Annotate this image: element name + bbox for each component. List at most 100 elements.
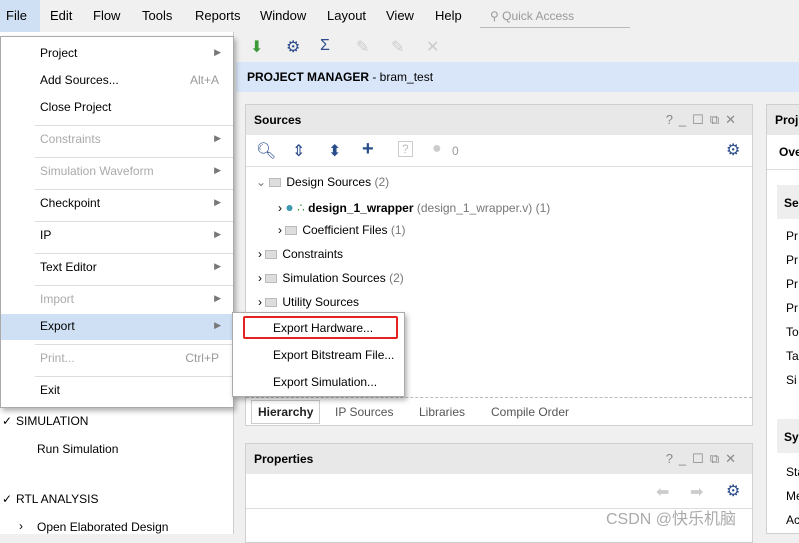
- menu-item-simulation-waveform[interactable]: Simulation Waveform ▶: [1, 159, 233, 185]
- menu-view[interactable]: View: [386, 8, 414, 23]
- tab-compile-order[interactable]: Compile Order: [491, 405, 569, 419]
- tree-utility-sources[interactable]: › Utility Sources: [258, 295, 359, 309]
- menu-item-ip[interactable]: IP ▶: [1, 223, 233, 249]
- search-icon[interactable]: 🔍︎: [256, 141, 276, 161]
- disabled-tool-icon[interactable]: ✎: [391, 37, 404, 57]
- settings-row[interactable]: Si: [786, 373, 797, 387]
- add-icon[interactable]: +: [362, 138, 374, 161]
- folder-icon: [265, 274, 278, 283]
- tab-libraries[interactable]: Libraries: [419, 405, 465, 419]
- settings-row[interactable]: Pr: [786, 229, 798, 243]
- menu-help[interactable]: Help: [435, 8, 462, 23]
- settings-row[interactable]: To: [786, 325, 799, 339]
- menu-item-checkpoint[interactable]: Checkpoint ▶: [1, 191, 233, 217]
- check-icon: ✓: [2, 414, 13, 428]
- menu-item-close-project[interactable]: Close Project: [1, 95, 233, 121]
- menu-item-print[interactable]: Print... Ctrl+P: [1, 346, 233, 372]
- separator: [35, 157, 233, 158]
- disabled-tool-icon[interactable]: ✎: [356, 37, 369, 57]
- menu-item-exit[interactable]: Exit: [1, 378, 233, 404]
- watermark: CSDN @快乐机脑: [606, 511, 737, 528]
- quick-access-input[interactable]: ⚲ Quick Access: [480, 4, 630, 28]
- gear-icon[interactable]: ⚙: [726, 140, 740, 160]
- nav-rtl-analysis[interactable]: RTL ANALYSIS: [16, 492, 98, 506]
- section-settings: Se: [777, 185, 799, 219]
- tree-coefficient-files[interactable]: › Coefficient Files (1): [278, 223, 406, 237]
- gear-icon[interactable]: ⚙: [286, 37, 300, 57]
- synthesis-row[interactable]: Ac: [786, 513, 799, 527]
- settings-row[interactable]: Pr: [786, 277, 798, 291]
- collapse-all-icon[interactable]: ⇕: [292, 141, 305, 161]
- project-manager-header: PROJECT MANAGER - bram_test: [236, 62, 799, 92]
- menu-reports[interactable]: Reports: [195, 8, 241, 23]
- chevron-right-icon[interactable]: ›: [278, 223, 285, 237]
- file-menu: Project ▶ Add Sources... Alt+A Close Proje…: [0, 36, 234, 408]
- warning-count: 0: [452, 144, 459, 158]
- nav-run-simulation[interactable]: Run Simulation: [37, 442, 118, 456]
- menubar: File Edit Flow Tools Reports Window Layo…: [0, 0, 799, 32]
- sigma-icon[interactable]: Σ: [320, 37, 330, 55]
- help-icon[interactable]: ?: [398, 141, 413, 157]
- hierarchy-icon: ∴: [297, 201, 305, 215]
- gear-icon[interactable]: ⚙: [726, 481, 740, 501]
- project-summary-panel: Proj Ove Se Pr Pr Pr Pr To Ta Si Sy Sta …: [766, 104, 799, 534]
- divider: [246, 397, 752, 398]
- separator: [35, 376, 233, 377]
- tree-constraints[interactable]: › Constraints: [258, 247, 343, 261]
- expand-all-icon[interactable]: ⬍: [328, 141, 341, 161]
- chevron-right-icon[interactable]: ›: [19, 519, 23, 533]
- panel-controls[interactable]: ?_☐⧉✕: [666, 451, 742, 467]
- forward-arrow-icon[interactable]: ➡: [690, 482, 703, 502]
- menu-item-export-simulation[interactable]: Export Simulation...: [273, 375, 377, 389]
- tab-hierarchy[interactable]: Hierarchy: [251, 400, 321, 424]
- separator: [35, 285, 233, 286]
- settings-row[interactable]: Pr: [786, 301, 798, 315]
- check-icon: ✓: [2, 492, 13, 506]
- menu-item-export[interactable]: Export ▶: [1, 314, 233, 340]
- tree-simulation-sources[interactable]: › Simulation Sources (2): [258, 271, 404, 285]
- settings-row[interactable]: Pr: [786, 253, 798, 267]
- menu-item-import[interactable]: Import ▶: [1, 287, 233, 313]
- menu-edit[interactable]: Edit: [50, 8, 72, 23]
- chevron-right-icon[interactable]: ›: [258, 295, 265, 309]
- chevron-right-icon[interactable]: ›: [258, 247, 265, 261]
- project-summary-title: Proj: [767, 105, 799, 135]
- highlight-box: [243, 316, 398, 339]
- separator: [35, 189, 233, 190]
- menu-item-constraints[interactable]: Constraints ▶: [1, 127, 233, 153]
- page-title: PROJECT MANAGER: [247, 70, 370, 84]
- tab-ip-sources[interactable]: IP Sources: [335, 405, 393, 419]
- project-name: - bram_test: [369, 70, 434, 84]
- menu-item-add-sources[interactable]: Add Sources... Alt+A: [1, 68, 233, 94]
- settings-row[interactable]: Ta: [786, 349, 799, 363]
- sources-toolbar: 🔍︎ ⇕ ⬍ + ? ● 0 ⚙: [246, 135, 752, 167]
- synthesis-row[interactable]: Me: [786, 489, 799, 503]
- nav-simulation[interactable]: SIMULATION: [16, 414, 88, 428]
- folder-icon: [285, 226, 298, 235]
- search-icon: ⚲: [490, 9, 503, 23]
- menu-flow[interactable]: Flow: [93, 8, 120, 23]
- chevron-down-icon[interactable]: ⌄: [256, 175, 269, 189]
- tree-design-wrapper[interactable]: › ● ∴ design_1_wrapper (design_1_wrapper…: [278, 199, 550, 215]
- back-arrow-icon[interactable]: ⬅: [656, 482, 669, 502]
- menu-file[interactable]: File: [0, 0, 40, 32]
- separator: [35, 221, 233, 222]
- panel-controls[interactable]: ?_☐⧉✕: [666, 112, 742, 128]
- section-synthesis: Sy: [777, 419, 799, 453]
- disabled-tool-icon[interactable]: ✕: [426, 37, 439, 57]
- separator: [35, 253, 233, 254]
- nav-open-elaborated[interactable]: Open Elaborated Design: [37, 520, 168, 534]
- toolbar: ⬇ ⚙ Σ ✎ ✎ ✕: [236, 34, 799, 60]
- menu-layout[interactable]: Layout: [327, 8, 366, 23]
- bitstream-icon[interactable]: ⬇: [250, 37, 263, 57]
- menu-item-text-editor[interactable]: Text Editor ▶: [1, 255, 233, 281]
- folder-icon: [265, 298, 278, 307]
- synthesis-row[interactable]: Sta: [786, 465, 799, 479]
- tab-overview[interactable]: Ove: [767, 135, 799, 170]
- menu-window[interactable]: Window: [260, 8, 306, 23]
- chevron-right-icon[interactable]: ›: [258, 271, 265, 285]
- menu-item-project[interactable]: Project ▶: [1, 41, 233, 67]
- tree-design-sources[interactable]: ⌄ Design Sources (2): [256, 175, 389, 189]
- menu-item-export-bitstream[interactable]: Export Bitstream File...: [273, 348, 394, 362]
- menu-tools[interactable]: Tools: [142, 8, 172, 23]
